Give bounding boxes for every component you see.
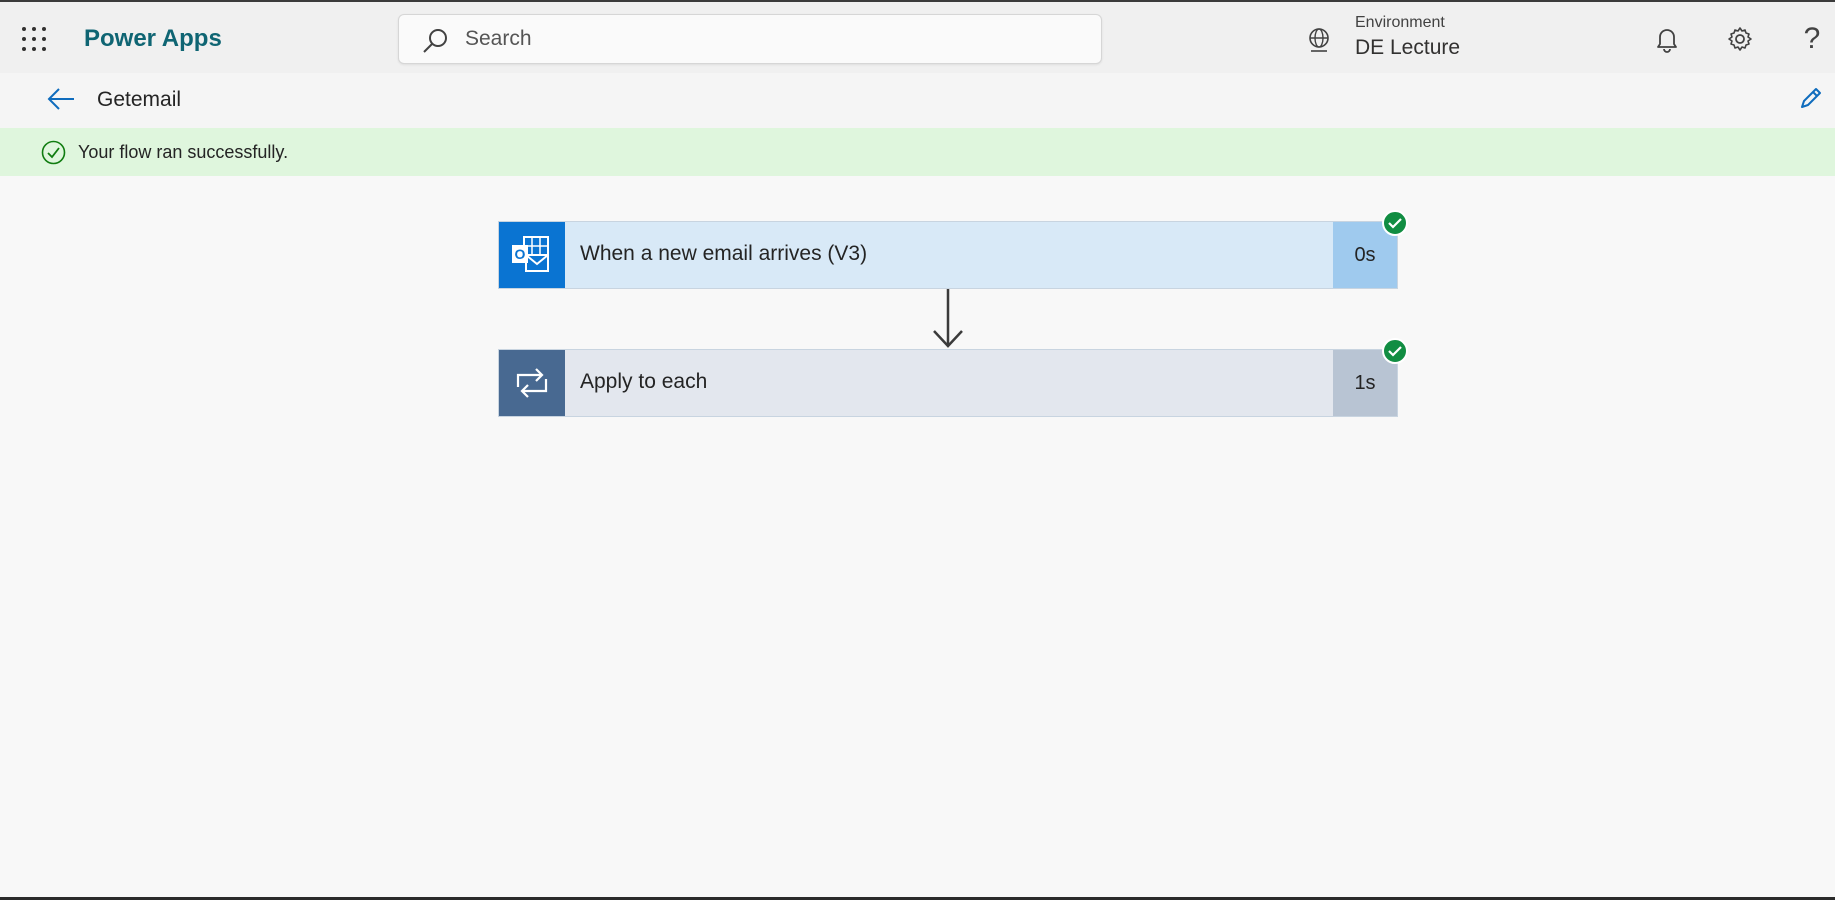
loop-icon	[499, 350, 565, 416]
top-bar: Power Apps Environment DE Lecture ?	[0, 0, 1835, 73]
search-icon	[423, 29, 447, 53]
environment-label: Environment	[1355, 14, 1445, 31]
success-banner: Your flow ran successfully.	[0, 128, 1835, 176]
command-bar	[0, 73, 1835, 128]
help-icon[interactable]: ?	[1797, 24, 1827, 54]
back-arrow-icon[interactable]	[46, 86, 76, 112]
checkmark-circle-icon	[41, 140, 66, 165]
step-title: When a new email arrives (V3)	[580, 242, 868, 265]
edit-pencil-icon[interactable]	[1797, 84, 1825, 112]
flow-step-trigger[interactable]: O When a new email arrives (V3) 0s	[498, 221, 1398, 289]
notifications-bell-icon[interactable]	[1652, 24, 1682, 54]
step-title: Apply to each	[580, 370, 708, 393]
app-launcher-icon[interactable]	[22, 27, 48, 53]
environment-selector[interactable]: DE Lecture	[1355, 36, 1460, 60]
settings-gear-icon[interactable]	[1725, 24, 1755, 54]
app-title[interactable]: Power Apps	[84, 25, 222, 53]
search-input[interactable]	[465, 23, 1065, 55]
success-check-icon	[1382, 210, 1408, 236]
svg-text:O: O	[515, 246, 526, 262]
flow-name: Getemail	[97, 88, 182, 111]
success-message: Your flow ran successfully.	[78, 142, 289, 162]
globe-icon	[1309, 28, 1329, 52]
search-box[interactable]	[398, 14, 1102, 64]
outlook-icon: O	[499, 222, 565, 288]
success-check-icon	[1382, 338, 1408, 364]
flow-step-apply-to-each[interactable]: Apply to each 1s	[498, 349, 1398, 417]
flow-connector-arrow	[933, 289, 963, 348]
